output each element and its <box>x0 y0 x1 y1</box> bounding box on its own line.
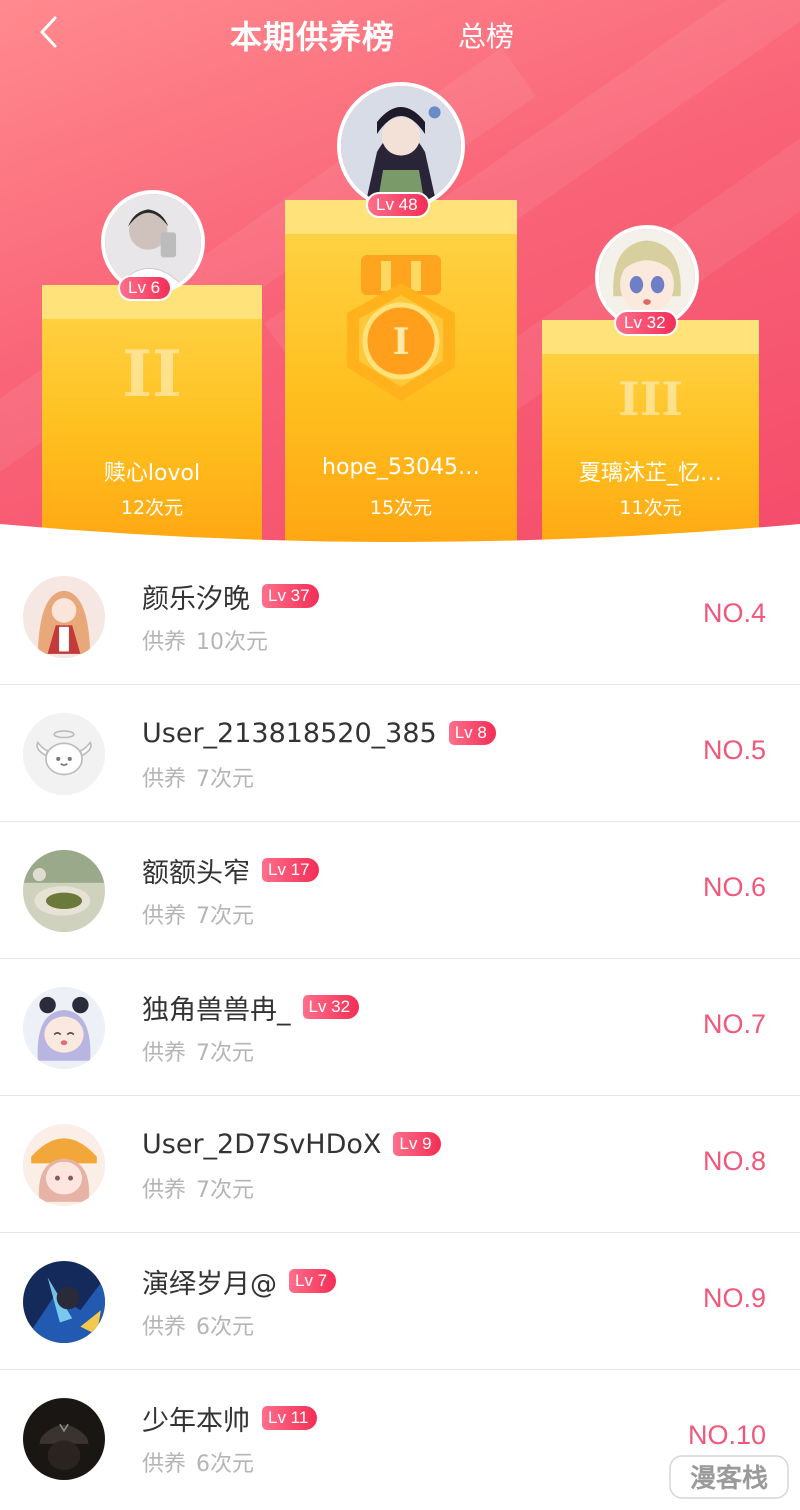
username: 额额头窄 <box>142 857 250 889</box>
level-badge: Lv 11 <box>262 1406 318 1430</box>
amount-label: 供养 <box>142 1452 187 1477</box>
row-name-group: 独角兽兽冉_ Lv 32 <box>142 989 360 1026</box>
amount-value: 10次元 <box>196 630 269 655</box>
rank-numeral-second: II <box>122 337 182 412</box>
amount-label: 供养 <box>142 1315 187 1340</box>
row-name-group: User_213818520_385 Lv 8 <box>142 715 496 751</box>
avatar[interactable] <box>23 850 105 932</box>
support-amount: 供养 6次元 <box>142 1446 254 1478</box>
support-amount: 供养 7次元 <box>142 1035 254 1067</box>
gold-medal-icon: I <box>347 255 455 401</box>
support-amount: 供养 10次元 <box>142 624 268 656</box>
rank-number: NO.4 <box>702 598 766 628</box>
amount-value: 6次元 <box>196 1452 255 1477</box>
avatar[interactable] <box>23 713 105 795</box>
medal-label: I <box>393 321 410 363</box>
amount-label: 供养 <box>142 630 187 655</box>
avatar[interactable] <box>23 576 105 658</box>
level-badge: Lv 17 <box>262 858 319 882</box>
tab-current-period[interactable]: 本期供养榜 <box>230 12 395 58</box>
username: 少年本帅 <box>142 1405 250 1437</box>
row-name-group: 颜乐汐晚 Lv 37 <box>142 578 319 615</box>
back-button[interactable] <box>30 12 70 52</box>
support-amount: 供养 7次元 <box>142 1172 254 1204</box>
svg-text:漫客栈: 漫客栈 <box>690 1463 768 1494</box>
rank-number: NO.8 <box>702 1146 766 1176</box>
amount-value: 6次元 <box>196 1315 255 1340</box>
avatar[interactable] <box>23 1261 105 1343</box>
list-item[interactable]: User_213818520_385 Lv 8 供养 7次元 NO.5 <box>0 685 800 822</box>
username: 颜乐汐晚 <box>142 583 250 615</box>
amount-value: 7次元 <box>196 904 255 929</box>
podium-amount-third: 11次元 <box>619 497 682 519</box>
top-bar: 本期供养榜 总榜 <box>0 0 800 70</box>
rank-numeral-third: III <box>618 372 683 426</box>
leaderboard-header: 本期供养榜 总榜 II 赎心lovol 12次元 I hope_53045… 1… <box>0 0 800 560</box>
level-badge: Lv 7 <box>289 1269 337 1293</box>
amount-label: 供养 <box>142 1041 187 1066</box>
list-item[interactable]: 额额头窄 Lv 17 供养 7次元 NO.6 <box>0 822 800 959</box>
rank-number: NO.5 <box>702 735 766 765</box>
podium-name-second: 赎心lovol <box>103 461 201 486</box>
avatar-first[interactable] <box>337 82 465 210</box>
amount-label: 供养 <box>142 1178 187 1203</box>
rank-number: NO.9 <box>702 1283 766 1313</box>
podium-amount-first: 15次元 <box>369 497 433 519</box>
podium-name-third: 夏璃沐芷_忆… <box>578 461 722 486</box>
rank-number: NO.6 <box>702 872 766 902</box>
podium-first[interactable]: I hope_53045… 15次元 <box>285 200 517 560</box>
podium-name-first: hope_53045… <box>322 455 480 480</box>
support-amount: 供养 7次元 <box>142 761 254 793</box>
row-name-group: 少年本帅 Lv 11 <box>142 1400 318 1437</box>
list-item[interactable]: 独角兽兽冉_ Lv 32 供养 7次元 NO.7 <box>0 959 800 1096</box>
avatar[interactable] <box>23 1124 105 1206</box>
support-amount: 供养 7次元 <box>142 898 254 930</box>
list-item[interactable]: 颜乐汐晚 Lv 37 供养 10次元 NO.4 <box>0 548 800 685</box>
avatar[interactable] <box>23 1398 105 1480</box>
level-badge: Lv 32 <box>302 995 360 1019</box>
chevron-left-icon <box>40 16 57 48</box>
rank-number: NO.7 <box>702 1009 766 1039</box>
username: 演绎岁月@ <box>142 1268 277 1300</box>
support-amount: 供养 6次元 <box>142 1309 254 1341</box>
tab-overall[interactable]: 总榜 <box>458 15 514 55</box>
level-badge-third: Lv 32 <box>614 310 678 336</box>
rank-number: NO.10 <box>687 1420 766 1450</box>
amount-label: 供养 <box>142 767 187 792</box>
rank-list: 颜乐汐晚 Lv 37 供养 10次元 NO.4 User_213818520_38… <box>0 548 800 1507</box>
row-name-group: 演绎岁月@ Lv 7 <box>142 1263 337 1300</box>
watermark-logo: 漫客栈 <box>669 1455 789 1499</box>
username: User_2D7SvHDoX <box>142 1128 382 1160</box>
list-item[interactable]: User_2D7SvHDoX Lv 9 供养 7次元 NO.8 <box>0 1096 800 1233</box>
amount-value: 7次元 <box>196 767 255 792</box>
username: 独角兽兽冉_ <box>142 994 291 1026</box>
level-badge: Lv 8 <box>448 721 496 745</box>
amount-label: 供养 <box>142 904 187 929</box>
row-name-group: 额额头窄 Lv 17 <box>142 852 319 889</box>
level-badge: Lv 37 <box>262 584 319 608</box>
row-name-group: User_2D7SvHDoX Lv 9 <box>142 1126 441 1162</box>
level-badge-second: Lv 6 <box>118 275 173 301</box>
list-item[interactable]: 演绎岁月@ Lv 7 供养 6次元 NO.9 <box>0 1233 800 1370</box>
username: User_213818520_385 <box>142 717 437 749</box>
amount-value: 7次元 <box>196 1041 255 1066</box>
level-badge-first: Lv 48 <box>366 192 430 218</box>
podium-second[interactable]: II 赎心lovol 12次元 <box>42 285 262 560</box>
amount-value: 7次元 <box>196 1178 255 1203</box>
podium-amount-second: 12次元 <box>120 497 184 519</box>
avatar[interactable] <box>23 987 105 1069</box>
level-badge: Lv 9 <box>393 1132 441 1156</box>
